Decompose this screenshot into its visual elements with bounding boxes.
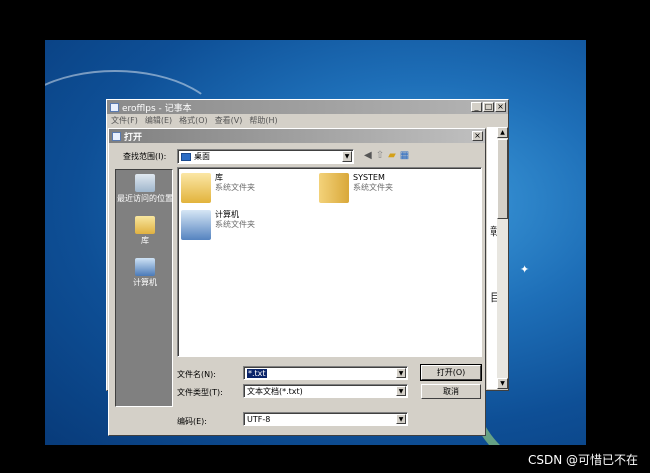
notepad-title: erofflps - 记事本 [122,103,192,114]
menu-help[interactable]: 帮助(H) [249,115,277,126]
filename-value: *.txt [247,368,267,378]
dialog-close-button[interactable]: × [472,131,483,141]
list-item[interactable]: SYSTEM 系统文件夹 [319,173,393,203]
list-item[interactable]: 计算机 系统文件夹 [181,210,255,240]
notepad-icon [110,102,119,112]
chevron-down-icon[interactable]: ▼ [396,386,406,396]
back-icon[interactable]: ◀ [364,150,372,162]
open-dialog: 打开 × 查找范围(I): 桌面 ▼ ◀ ⇧ ▰ ▦ 最近访问的位置 库 计算机… [108,128,486,436]
encoding-label: 编码(E): [177,417,207,426]
dialog-title-bar[interactable]: 打开 × [109,129,485,143]
filename-combo[interactable]: *.txt ▼ [243,366,408,380]
item-name: SYSTEM [353,173,385,182]
encoding-value: UTF-8 [247,414,271,424]
place-label: 最近访问的位置 [117,194,173,203]
scroll-down-icon[interactable]: ▼ [497,378,508,389]
item-type: 系统文件夹 [353,183,393,192]
menu-edit[interactable]: 编辑(E) [145,115,172,126]
place-library[interactable]: 库 [116,216,174,246]
place-recent[interactable]: 最近访问的位置 [116,174,174,204]
dialog-icon [112,131,121,141]
user-folder-icon [319,173,349,203]
item-type: 系统文件夹 [215,183,255,192]
item-name: 库 [215,173,223,182]
notepad-title-bar[interactable]: erofflps - 记事本 _ □ × [107,100,508,114]
scroll-up-icon[interactable]: ▲ [497,127,508,138]
filetype-label: 文件类型(T): [177,388,223,397]
menu-format[interactable]: 格式(O) [179,115,208,126]
computer-icon [135,258,155,276]
place-label: 计算机 [133,278,157,287]
recent-places-icon [135,174,155,192]
notepad-scrollbar[interactable]: ▲ ▼ [497,127,508,389]
new-folder-icon[interactable]: ▰ [388,150,396,162]
look-in-value: 桌面 [194,152,210,161]
watermark: CSDN @可惜已不在 [527,453,638,467]
file-list[interactable]: 库 系统文件夹 SYSTEM 系统文件夹 计算机 系统文件夹 [177,167,482,357]
filetype-value: 文本文档(*.txt) [247,386,303,396]
library-folder-icon [181,173,211,203]
place-label: 库 [141,236,149,245]
look-in-label: 查找范围(I): [123,152,167,161]
chevron-down-icon[interactable]: ▼ [396,414,406,424]
minimize-button[interactable]: _ [471,102,482,112]
menu-file[interactable]: 文件(F) [111,115,138,126]
view-menu-icon[interactable]: ▦ [400,150,409,162]
scroll-thumb[interactable] [497,139,508,219]
place-computer[interactable]: 计算机 [116,258,174,288]
chevron-down-icon[interactable]: ▼ [396,368,406,378]
desktop-folder-icon [181,152,191,161]
library-icon [135,216,155,234]
chevron-down-icon[interactable]: ▼ [342,151,352,162]
item-name: 计算机 [215,210,239,219]
list-item[interactable]: 库 系统文件夹 [181,173,255,203]
dialog-toolbar: ◀ ⇧ ▰ ▦ [364,150,409,162]
bird-icon: ✦ [520,263,530,276]
menu-view[interactable]: 查看(V) [215,115,243,126]
encoding-combo[interactable]: UTF-8 ▼ [243,412,408,426]
computer-icon [181,210,211,240]
look-in-combo[interactable]: 桌面 ▼ [177,149,354,164]
item-type: 系统文件夹 [215,220,255,229]
places-bar: 最近访问的位置 库 计算机 [115,169,173,407]
open-button[interactable]: 打开(O) [420,364,482,381]
filetype-combo[interactable]: 文本文档(*.txt) ▼ [243,384,408,398]
close-button[interactable]: × [495,102,506,112]
notepad-menu-bar: 文件(F) 编辑(E) 格式(O) 查看(V) 帮助(H) [107,114,508,127]
cancel-button[interactable]: 取消 [421,384,481,399]
filename-label: 文件名(N): [177,370,216,379]
maximize-button[interactable]: □ [483,102,494,112]
up-folder-icon[interactable]: ⇧ [376,150,384,162]
dialog-title: 打开 [124,132,143,143]
